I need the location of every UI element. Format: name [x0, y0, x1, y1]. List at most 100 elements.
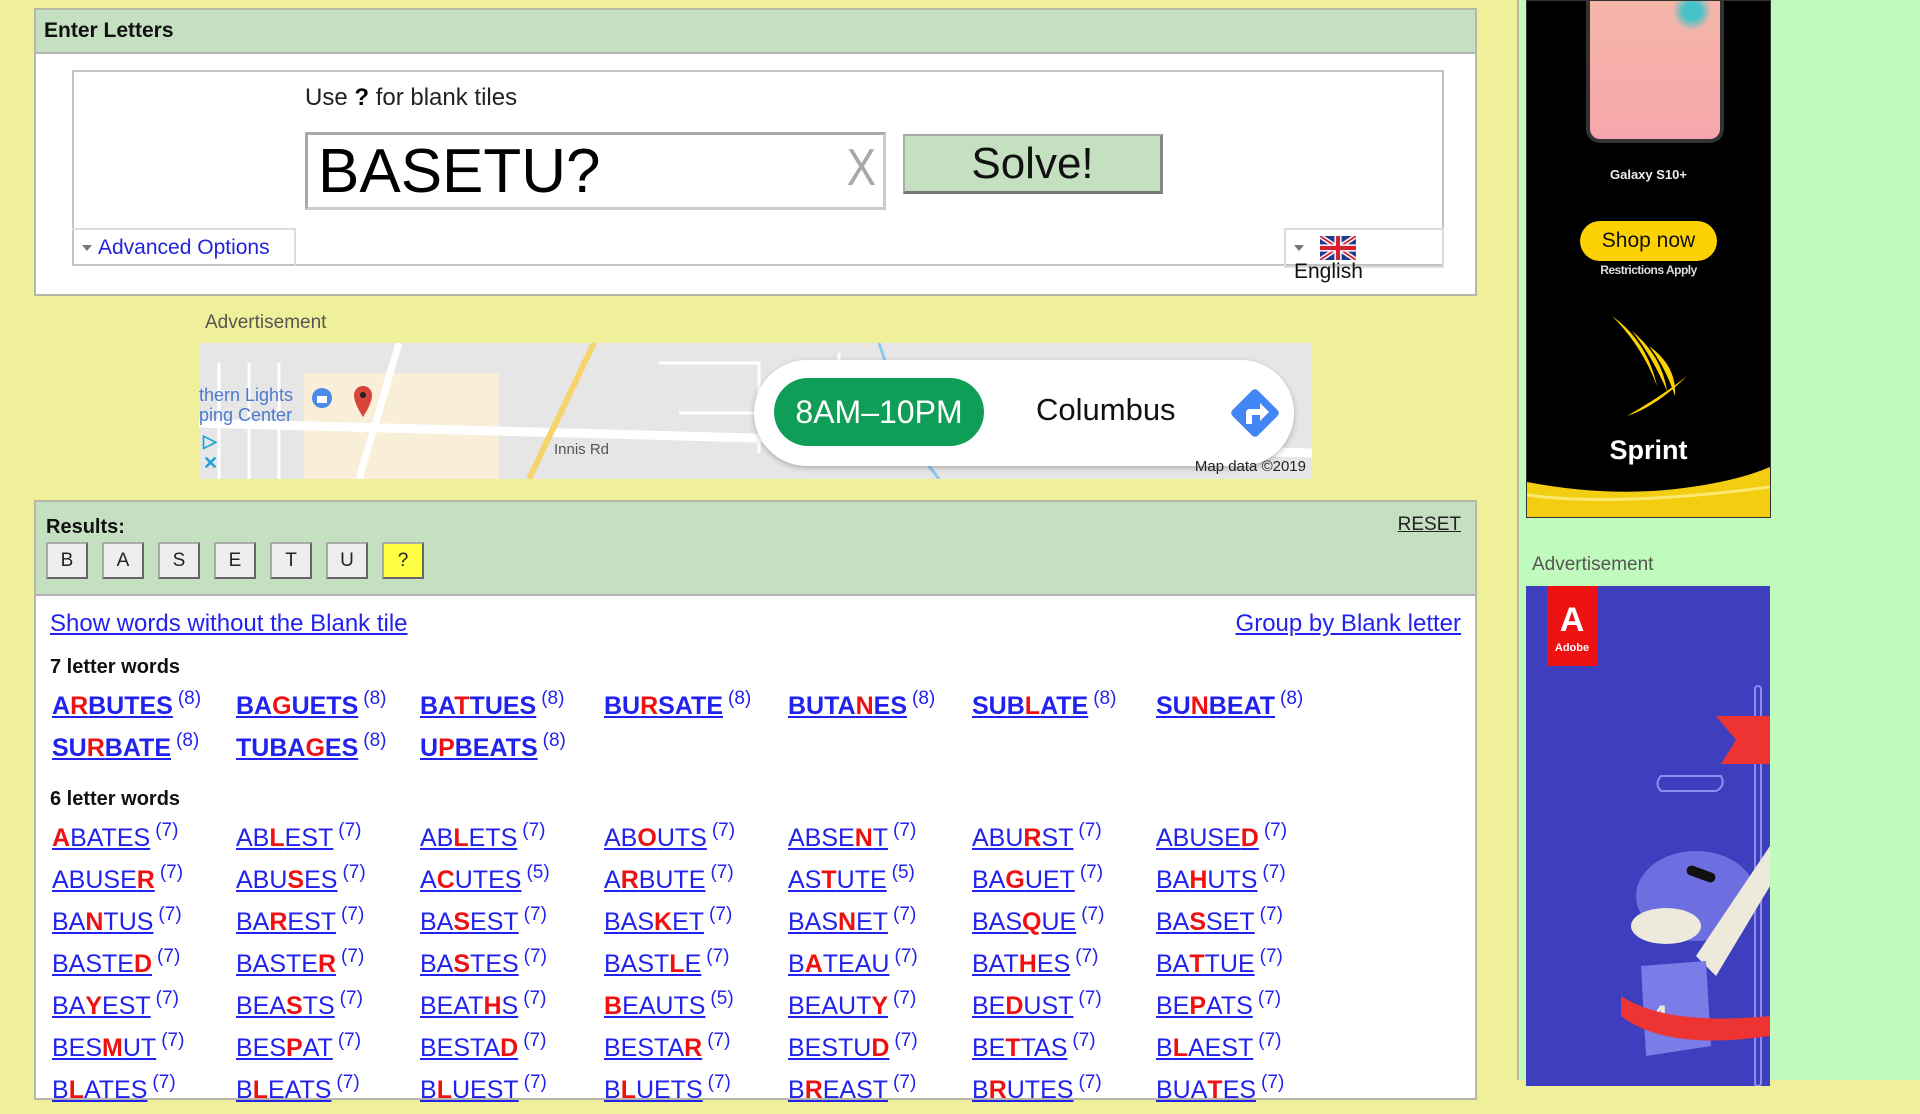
sprint-advertisement[interactable]: Galaxy S10+ Shop now Restrictions Apply … — [1526, 0, 1771, 518]
word-link[interactable]: BEPATS — [1156, 992, 1253, 1020]
word-result[interactable]: BATTUE (7) — [1156, 946, 1340, 988]
word-result[interactable]: BESPAT (7) — [236, 1030, 420, 1072]
word-link[interactable]: BEASTS — [236, 992, 335, 1020]
word-result[interactable]: BESTAR (7) — [604, 1030, 788, 1072]
letter-tile[interactable]: S — [158, 542, 200, 579]
word-link[interactable]: BASNET — [788, 908, 888, 936]
word-result[interactable]: BASQUE (7) — [972, 904, 1156, 946]
word-link[interactable]: BESTAD — [420, 1034, 518, 1062]
word-result[interactable]: ASTUTE (5) — [788, 862, 972, 904]
word-result[interactable]: BANTUS (7) — [52, 904, 236, 946]
word-result[interactable]: BLUEST (7) — [420, 1072, 604, 1114]
blank-tile[interactable]: ? — [382, 542, 424, 579]
letter-tile[interactable]: T — [270, 542, 312, 579]
word-result[interactable]: BAGUET (7) — [972, 862, 1156, 904]
word-link[interactable]: SUNBEAT — [1156, 692, 1275, 720]
word-result[interactable]: BASTES (7) — [420, 946, 604, 988]
word-result[interactable]: BASTLE (7) — [604, 946, 788, 988]
word-link[interactable]: BASTLE — [604, 950, 701, 978]
word-link[interactable]: BASQUE — [972, 908, 1076, 936]
word-result[interactable]: BATEAU (7) — [788, 946, 972, 988]
word-result[interactable]: SURBATE (8) — [52, 730, 236, 772]
word-link[interactable]: BLATES — [52, 1076, 147, 1104]
word-result[interactable]: BAGUETS (8) — [236, 688, 420, 730]
shop-now-button[interactable]: Shop now — [1580, 221, 1717, 261]
word-result[interactable]: ABSENT (7) — [788, 820, 972, 862]
word-link[interactable]: BESTUD — [788, 1034, 889, 1062]
word-link[interactable]: ABURST — [972, 824, 1073, 852]
word-result[interactable]: BEATHS (7) — [420, 988, 604, 1030]
word-result[interactable]: TUBAGES (8) — [236, 730, 420, 772]
word-result[interactable]: BATHES (7) — [972, 946, 1156, 988]
word-result[interactable]: BUTANES (8) — [788, 688, 972, 730]
advanced-options-toggle[interactable]: Advanced Options — [72, 228, 296, 266]
word-link[interactable]: SUBLATE — [972, 692, 1088, 720]
word-link[interactable]: BLUETS — [604, 1076, 703, 1104]
word-result[interactable]: BATTUES (8) — [420, 688, 604, 730]
word-link[interactable]: BETTAS — [972, 1034, 1067, 1062]
word-link[interactable]: BATTUES — [420, 692, 536, 720]
word-result[interactable]: ABLETS (7) — [420, 820, 604, 862]
solve-button[interactable]: Solve! — [903, 134, 1163, 194]
word-result[interactable]: BASNET (7) — [788, 904, 972, 946]
word-result[interactable]: SUNBEAT (8) — [1156, 688, 1340, 730]
word-link[interactable]: BEATHS — [420, 992, 518, 1020]
reset-link[interactable]: RESET — [1398, 514, 1461, 536]
word-link[interactable]: ARBUTE — [604, 866, 705, 894]
group-by-blank-link[interactable]: Group by Blank letter — [1236, 610, 1461, 638]
clear-input-icon[interactable]: X — [847, 138, 876, 198]
word-link[interactable]: ABLEST — [236, 824, 333, 852]
language-selector[interactable]: English — [1284, 228, 1444, 283]
word-result[interactable]: ACUTES (5) — [420, 862, 604, 904]
word-link[interactable]: ASTUTE — [788, 866, 887, 894]
word-link[interactable]: BLUEST — [420, 1076, 519, 1104]
word-result[interactable]: ARBUTES (8) — [52, 688, 236, 730]
show-without-blank-link[interactable]: Show words without the Blank tile — [50, 610, 408, 638]
letters-input[interactable] — [305, 132, 886, 210]
word-link[interactable]: BATEAU — [788, 950, 889, 978]
word-link[interactable]: BATTUE — [1156, 950, 1255, 978]
word-link[interactable]: BASTES — [420, 950, 519, 978]
word-link[interactable]: BATHES — [972, 950, 1070, 978]
word-result[interactable]: BASTER (7) — [236, 946, 420, 988]
word-result[interactable]: ABUSED (7) — [1156, 820, 1340, 862]
store-hours-card[interactable]: 8AM–10PM Columbus — [754, 360, 1294, 466]
word-link[interactable]: ARBUTES — [52, 692, 173, 720]
word-link[interactable]: BANTUS — [52, 908, 153, 936]
word-result[interactable]: SUBLATE (8) — [972, 688, 1156, 730]
word-link[interactable]: ABUSED — [1156, 824, 1259, 852]
word-link[interactable]: BAHUTS — [1156, 866, 1257, 894]
word-link[interactable]: BURSATE — [604, 692, 723, 720]
word-result[interactable]: ABUSES (7) — [236, 862, 420, 904]
word-result[interactable]: ABURST (7) — [972, 820, 1156, 862]
word-result[interactable]: ABATES (7) — [52, 820, 236, 862]
word-result[interactable]: BEASTS (7) — [236, 988, 420, 1030]
letter-tile[interactable]: E — [214, 542, 256, 579]
word-link[interactable]: BRUTES — [972, 1076, 1073, 1104]
word-result[interactable]: ABUSER (7) — [52, 862, 236, 904]
word-link[interactable]: BREAST — [788, 1076, 888, 1104]
word-result[interactable]: ARBUTE (7) — [604, 862, 788, 904]
word-link[interactable]: BEAUTS — [604, 992, 705, 1020]
adobe-advertisement[interactable]: A Adobe 4 — [1526, 586, 1770, 1086]
word-result[interactable]: BEPATS (7) — [1156, 988, 1340, 1030]
word-link[interactable]: BESMUT — [52, 1034, 156, 1062]
word-result[interactable]: ABLEST (7) — [236, 820, 420, 862]
word-result[interactable]: BAHUTS (7) — [1156, 862, 1340, 904]
directions-icon[interactable] — [1224, 382, 1286, 444]
word-result[interactable]: BLAEST (7) — [1156, 1030, 1340, 1072]
word-result[interactable]: BASSET (7) — [1156, 904, 1340, 946]
word-link[interactable]: BESPAT — [236, 1034, 333, 1062]
word-link[interactable]: BAREST — [236, 908, 336, 936]
word-link[interactable]: ABUSES — [236, 866, 337, 894]
word-result[interactable]: BETTAS (7) — [972, 1030, 1156, 1072]
word-link[interactable]: ACUTES — [420, 866, 521, 894]
word-link[interactable]: ABSENT — [788, 824, 888, 852]
word-link[interactable]: BLAEST — [1156, 1034, 1253, 1062]
word-link[interactable]: BASTED — [52, 950, 152, 978]
word-link[interactable]: BASTER — [236, 950, 336, 978]
word-link[interactable]: ABLETS — [420, 824, 517, 852]
word-link[interactable]: BUTANES — [788, 692, 907, 720]
letter-tile[interactable]: B — [46, 542, 88, 579]
word-link[interactable]: BASEST — [420, 908, 519, 936]
